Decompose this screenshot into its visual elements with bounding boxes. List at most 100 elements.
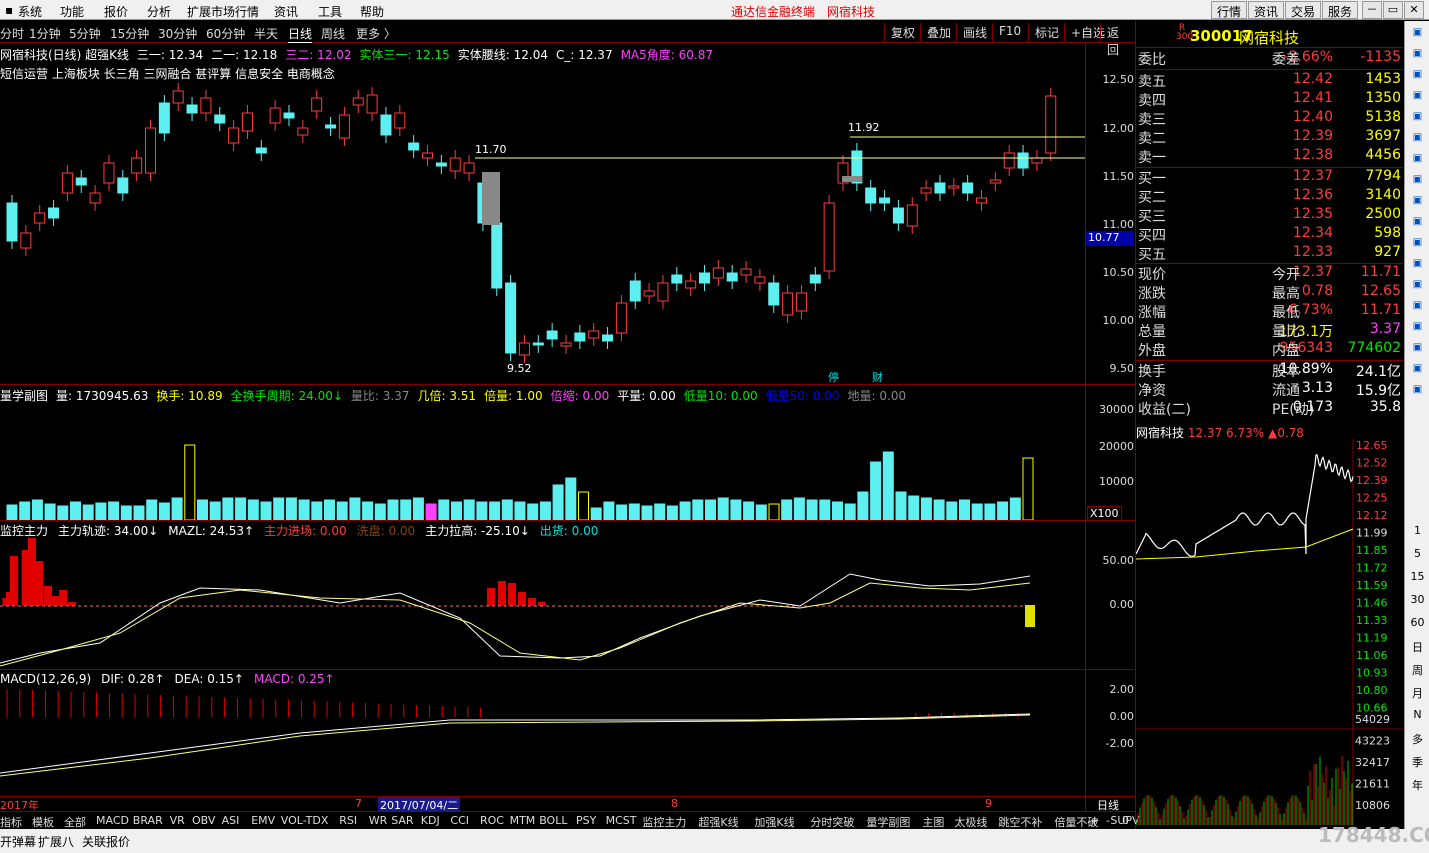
- period-shortcut[interactable]: 5: [1407, 547, 1428, 564]
- period-15min[interactable]: 15分钟: [110, 25, 149, 42]
- tab-监控主力[interactable]: 监控主力: [642, 814, 686, 830]
- period-shortcut[interactable]: 多: [1407, 731, 1428, 748]
- period-weekly[interactable]: 周线: [321, 25, 345, 42]
- period-shortcut[interactable]: 60: [1407, 616, 1428, 633]
- tool-icon[interactable]: ▣: [1407, 216, 1428, 233]
- news-button[interactable]: 资讯: [1248, 1, 1285, 19]
- menu-ext-market[interactable]: 扩展市场行情: [187, 3, 259, 20]
- candlestick-chart[interactable]: 11.70 11.92 9.52 停 财: [0, 43, 1085, 384]
- draw-button[interactable]: 画线: [956, 23, 993, 41]
- tab-ASI[interactable]: ASI: [222, 814, 240, 827]
- extension-button[interactable]: 扩展八: [38, 833, 74, 850]
- tool-icon[interactable]: ▣: [1407, 195, 1428, 212]
- tool-icon[interactable]: ▣: [1407, 258, 1428, 275]
- tab-量学副图[interactable]: 量学副图: [866, 814, 910, 830]
- menu-help[interactable]: 帮助: [360, 3, 384, 20]
- tab-MTM[interactable]: MTM: [510, 814, 536, 827]
- overlay-button[interactable]: 叠加: [920, 23, 957, 41]
- menu-news[interactable]: 资讯: [274, 3, 298, 20]
- tool-icon[interactable]: ▣: [1407, 363, 1428, 380]
- period-60min[interactable]: 60分钟: [206, 25, 245, 42]
- tool-icon[interactable]: ▣: [1407, 27, 1428, 44]
- tab-OBV[interactable]: OBV: [192, 814, 215, 827]
- menu-analysis[interactable]: 分析: [147, 3, 171, 20]
- service-button[interactable]: 服务: [1322, 1, 1359, 19]
- tool-icon[interactable]: ▣: [1407, 342, 1428, 359]
- tab-太极线[interactable]: 太极线: [954, 814, 987, 830]
- tab-KDJ[interactable]: KDJ: [421, 814, 440, 827]
- tab-ROC[interactable]: ROC: [480, 814, 504, 827]
- menu-function[interactable]: 功能: [60, 3, 84, 20]
- tab-MCST[interactable]: MCST: [606, 814, 637, 827]
- danmaku-button[interactable]: 开弹幕: [0, 833, 36, 850]
- tab-WR[interactable]: WR: [369, 814, 388, 827]
- tool-icon[interactable]: ▣: [1407, 321, 1428, 338]
- period-shortcut[interactable]: 周: [1407, 662, 1428, 679]
- menu-tools[interactable]: 工具: [318, 3, 342, 20]
- period-shortcut[interactable]: 1: [1407, 524, 1428, 541]
- macd-chart[interactable]: [0, 688, 1085, 796]
- tab-BRAR[interactable]: BRAR: [133, 814, 163, 827]
- tab-主图[interactable]: 主图: [922, 814, 944, 830]
- tool-icon[interactable]: ▣: [1407, 300, 1428, 317]
- mainforce-chart[interactable]: [0, 538, 1085, 669]
- maximize-icon[interactable]: ▭: [1383, 1, 1403, 19]
- tool-icon[interactable]: ▣: [1407, 90, 1428, 107]
- period-more[interactable]: 更多 〉: [356, 25, 396, 42]
- period-shortcut[interactable]: 15: [1407, 570, 1428, 587]
- tool-icon[interactable]: ▣: [1407, 237, 1428, 254]
- tab-全部[interactable]: 全部: [64, 814, 86, 830]
- tab-MACD[interactable]: MACD: [96, 814, 129, 827]
- f10-button[interactable]: F10: [992, 23, 1027, 41]
- intraday-mini-chart[interactable]: 12.65 12.52 12.39 12.25 12.12 11.99 11.85 11.72…: [1136, 439, 1403, 825]
- period-5min[interactable]: 5分钟: [69, 25, 101, 42]
- tab-VR[interactable]: VR: [170, 814, 185, 827]
- tab-control[interactable]: +: [1090, 814, 1099, 827]
- tab-VOL-TDX[interactable]: VOL-TDX: [281, 814, 329, 827]
- tool-icon[interactable]: ▣: [1407, 48, 1428, 65]
- trade-button[interactable]: 交易: [1285, 1, 1322, 19]
- tool-icon[interactable]: ▣: [1407, 279, 1428, 296]
- period-shortcut[interactable]: 月: [1407, 685, 1428, 702]
- tab-RSI[interactable]: RSI: [339, 814, 357, 827]
- tab-跳空不补[interactable]: 跳空不补: [998, 814, 1042, 830]
- tab-指标[interactable]: 指标: [0, 814, 22, 830]
- tab-加强K线[interactable]: 加强K线: [754, 814, 794, 830]
- tool-icon[interactable]: ▣: [1407, 384, 1428, 401]
- period-shortcut[interactable]: 年: [1407, 777, 1428, 794]
- tab-SAR[interactable]: SAR: [391, 814, 413, 827]
- minimize-icon[interactable]: －: [1362, 1, 1382, 19]
- mark-button[interactable]: 标记: [1028, 23, 1065, 41]
- market-button[interactable]: 行情: [1211, 1, 1248, 19]
- adjust-button[interactable]: 复权: [884, 23, 921, 41]
- menu-system[interactable]: 系统: [18, 3, 42, 20]
- period-30min[interactable]: 30分钟: [158, 25, 197, 42]
- tab-超强K线[interactable]: 超强K线: [698, 814, 738, 830]
- tab-EMV[interactable]: EMV: [251, 814, 275, 827]
- related-quote-button[interactable]: 关联报价: [82, 833, 130, 850]
- close-icon[interactable]: ✕: [1404, 1, 1424, 19]
- tab-CCI[interactable]: CCI: [450, 814, 469, 827]
- tab-BOLL[interactable]: BOLL: [539, 814, 567, 827]
- tab-模板[interactable]: 模板: [32, 814, 54, 830]
- period-shortcut[interactable]: 日: [1407, 639, 1428, 656]
- tab-control[interactable]: -: [1106, 814, 1110, 827]
- back-button[interactable]: 返回: [1100, 23, 1135, 57]
- period-1min[interactable]: 1分钟: [29, 25, 61, 42]
- volume-chart[interactable]: [0, 403, 1085, 520]
- tool-icon[interactable]: ▣: [1407, 174, 1428, 191]
- tool-icon[interactable]: ▣: [1407, 153, 1428, 170]
- tab-分时突破[interactable]: 分时突破: [810, 814, 854, 830]
- period-shortcut[interactable]: 季: [1407, 754, 1428, 771]
- menu-quote[interactable]: 报价: [104, 3, 128, 20]
- period-shortcut[interactable]: N: [1407, 708, 1428, 725]
- tool-icon[interactable]: ▣: [1407, 69, 1428, 86]
- period-daily[interactable]: 日线: [288, 25, 313, 43]
- tab-PSY[interactable]: PSY: [576, 814, 596, 827]
- tool-icon[interactable]: ▣: [1407, 132, 1428, 149]
- tab-control[interactable]: 0: [1122, 814, 1129, 827]
- period-timeshare[interactable]: 分时: [0, 25, 24, 42]
- tool-icon[interactable]: ▣: [1407, 111, 1428, 128]
- period-shortcut[interactable]: 30: [1407, 593, 1428, 610]
- period-halfday[interactable]: 半天: [254, 25, 278, 42]
